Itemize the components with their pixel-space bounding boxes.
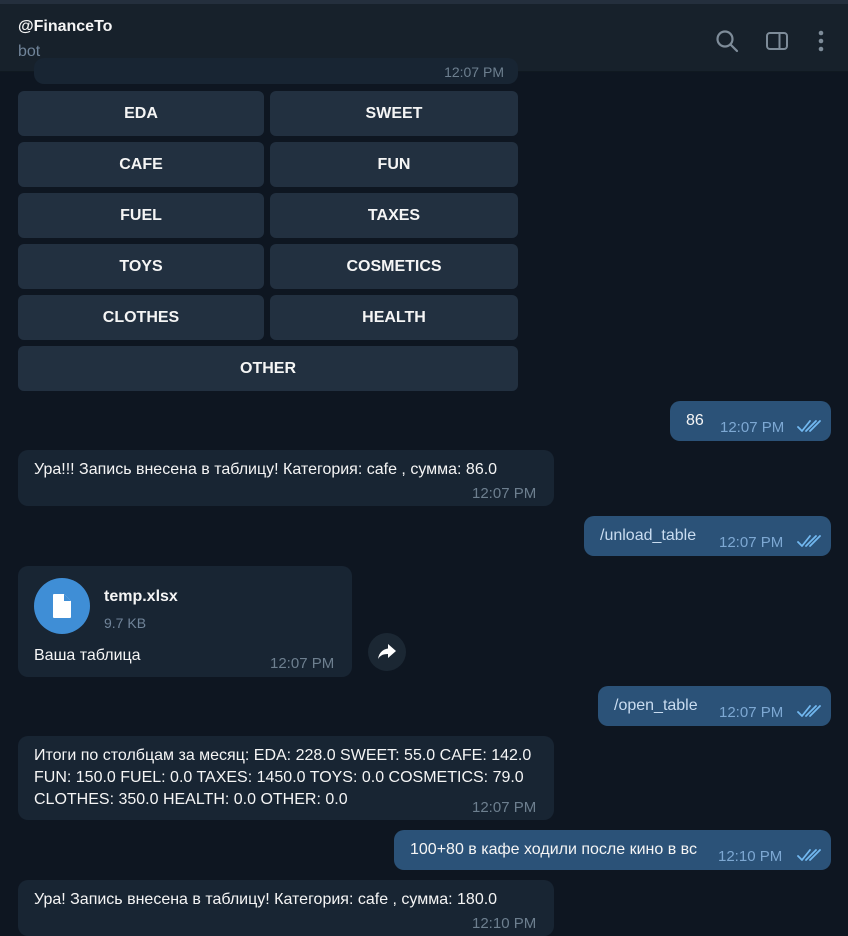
bot-command-link[interactable]: /unload_table xyxy=(600,525,696,547)
incoming-message[interactable]: Ура!!! Запись внесена в таблицу! Категор… xyxy=(18,450,554,506)
bot-command-link[interactable]: /open_table xyxy=(614,695,698,717)
message-text: Ура!!! Запись внесена в таблицу! Категор… xyxy=(34,461,498,478)
message-time: 12:07 PM xyxy=(472,799,537,816)
double-check-icon xyxy=(797,534,823,548)
keyboard-button-cafe[interactable]: CAFE xyxy=(18,142,264,187)
file-name[interactable]: temp.xlsx xyxy=(104,586,178,608)
summary-line: CLOTHES: 350.0 HEALTH: 0.0 OTHER: 0.0 xyxy=(34,791,348,808)
double-check-icon xyxy=(797,848,823,862)
message-text: 100+80 в кафе ходили после кино в вс xyxy=(410,841,697,858)
summary-line: Итоги по столбцам за месяц: EDA: 228.0 S… xyxy=(34,747,532,764)
message-text: 86 xyxy=(686,412,704,429)
message-time: 12:07 PM xyxy=(719,534,784,551)
outgoing-message[interactable]: /unload_table 12:07 PM xyxy=(584,516,831,556)
message-time: 12:07 PM xyxy=(720,419,785,436)
incoming-message[interactable]: Итоги по столбцам за месяц: EDA: 228.0 S… xyxy=(18,736,554,820)
outgoing-message[interactable]: /open_table 12:07 PM xyxy=(598,686,831,726)
keyboard-button-clothes[interactable]: CLOTHES xyxy=(18,295,264,340)
keyboard-button-eda[interactable]: EDA xyxy=(18,91,264,136)
chat-title[interactable]: @FinanceTo xyxy=(18,18,112,36)
keyboard-button-health[interactable]: HEALTH xyxy=(270,295,518,340)
double-check-icon xyxy=(797,704,823,718)
forward-icon[interactable] xyxy=(368,633,406,671)
message-time: 12:07 PM xyxy=(270,655,335,672)
keyboard-button-toys[interactable]: TOYS xyxy=(18,244,264,289)
file-caption: Ваша таблица xyxy=(34,647,141,664)
message-time: 12:07 PM xyxy=(444,64,504,80)
message-time: 12:07 PM xyxy=(719,704,784,721)
more-vertical-icon[interactable] xyxy=(808,28,834,54)
keyboard-button-fuel[interactable]: FUEL xyxy=(18,193,264,238)
message-time: 12:07 PM xyxy=(472,485,537,502)
keyboard-button-cosmetics[interactable]: COSMETICS xyxy=(270,244,518,289)
search-icon[interactable] xyxy=(714,28,740,54)
outgoing-message[interactable]: 86 12:07 PM xyxy=(670,401,831,441)
document-icon[interactable] xyxy=(34,578,90,634)
message-time: 12:10 PM xyxy=(472,915,537,932)
partial-message-bubble: 12:07 PM xyxy=(34,58,518,84)
keyboard-button-fun[interactable]: FUN xyxy=(270,142,518,187)
summary-line: FUN: 150.0 FUEL: 0.0 TAXES: 1450.0 TOYS:… xyxy=(34,769,524,786)
sidebar-toggle-icon[interactable] xyxy=(764,28,790,54)
outgoing-message[interactable]: 100+80 в кафе ходили после кино в вс 12:… xyxy=(394,830,831,870)
file-size: 9.7 KB xyxy=(104,615,147,631)
double-check-icon xyxy=(797,419,823,433)
keyboard-button-other[interactable]: OTHER xyxy=(18,346,518,391)
message-time: 12:10 PM xyxy=(718,848,783,865)
chat-status: bot xyxy=(18,43,41,60)
incoming-file-message[interactable]: temp.xlsx 9.7 KB Ваша таблица 12:07 PM xyxy=(18,566,352,677)
keyboard-button-taxes[interactable]: TAXES xyxy=(270,193,518,238)
message-text: Ура! Запись внесена в таблицу! Категория… xyxy=(34,891,498,908)
incoming-message[interactable]: Ура! Запись внесена в таблицу! Категория… xyxy=(18,880,554,936)
keyboard-button-sweet[interactable]: SWEET xyxy=(270,91,518,136)
